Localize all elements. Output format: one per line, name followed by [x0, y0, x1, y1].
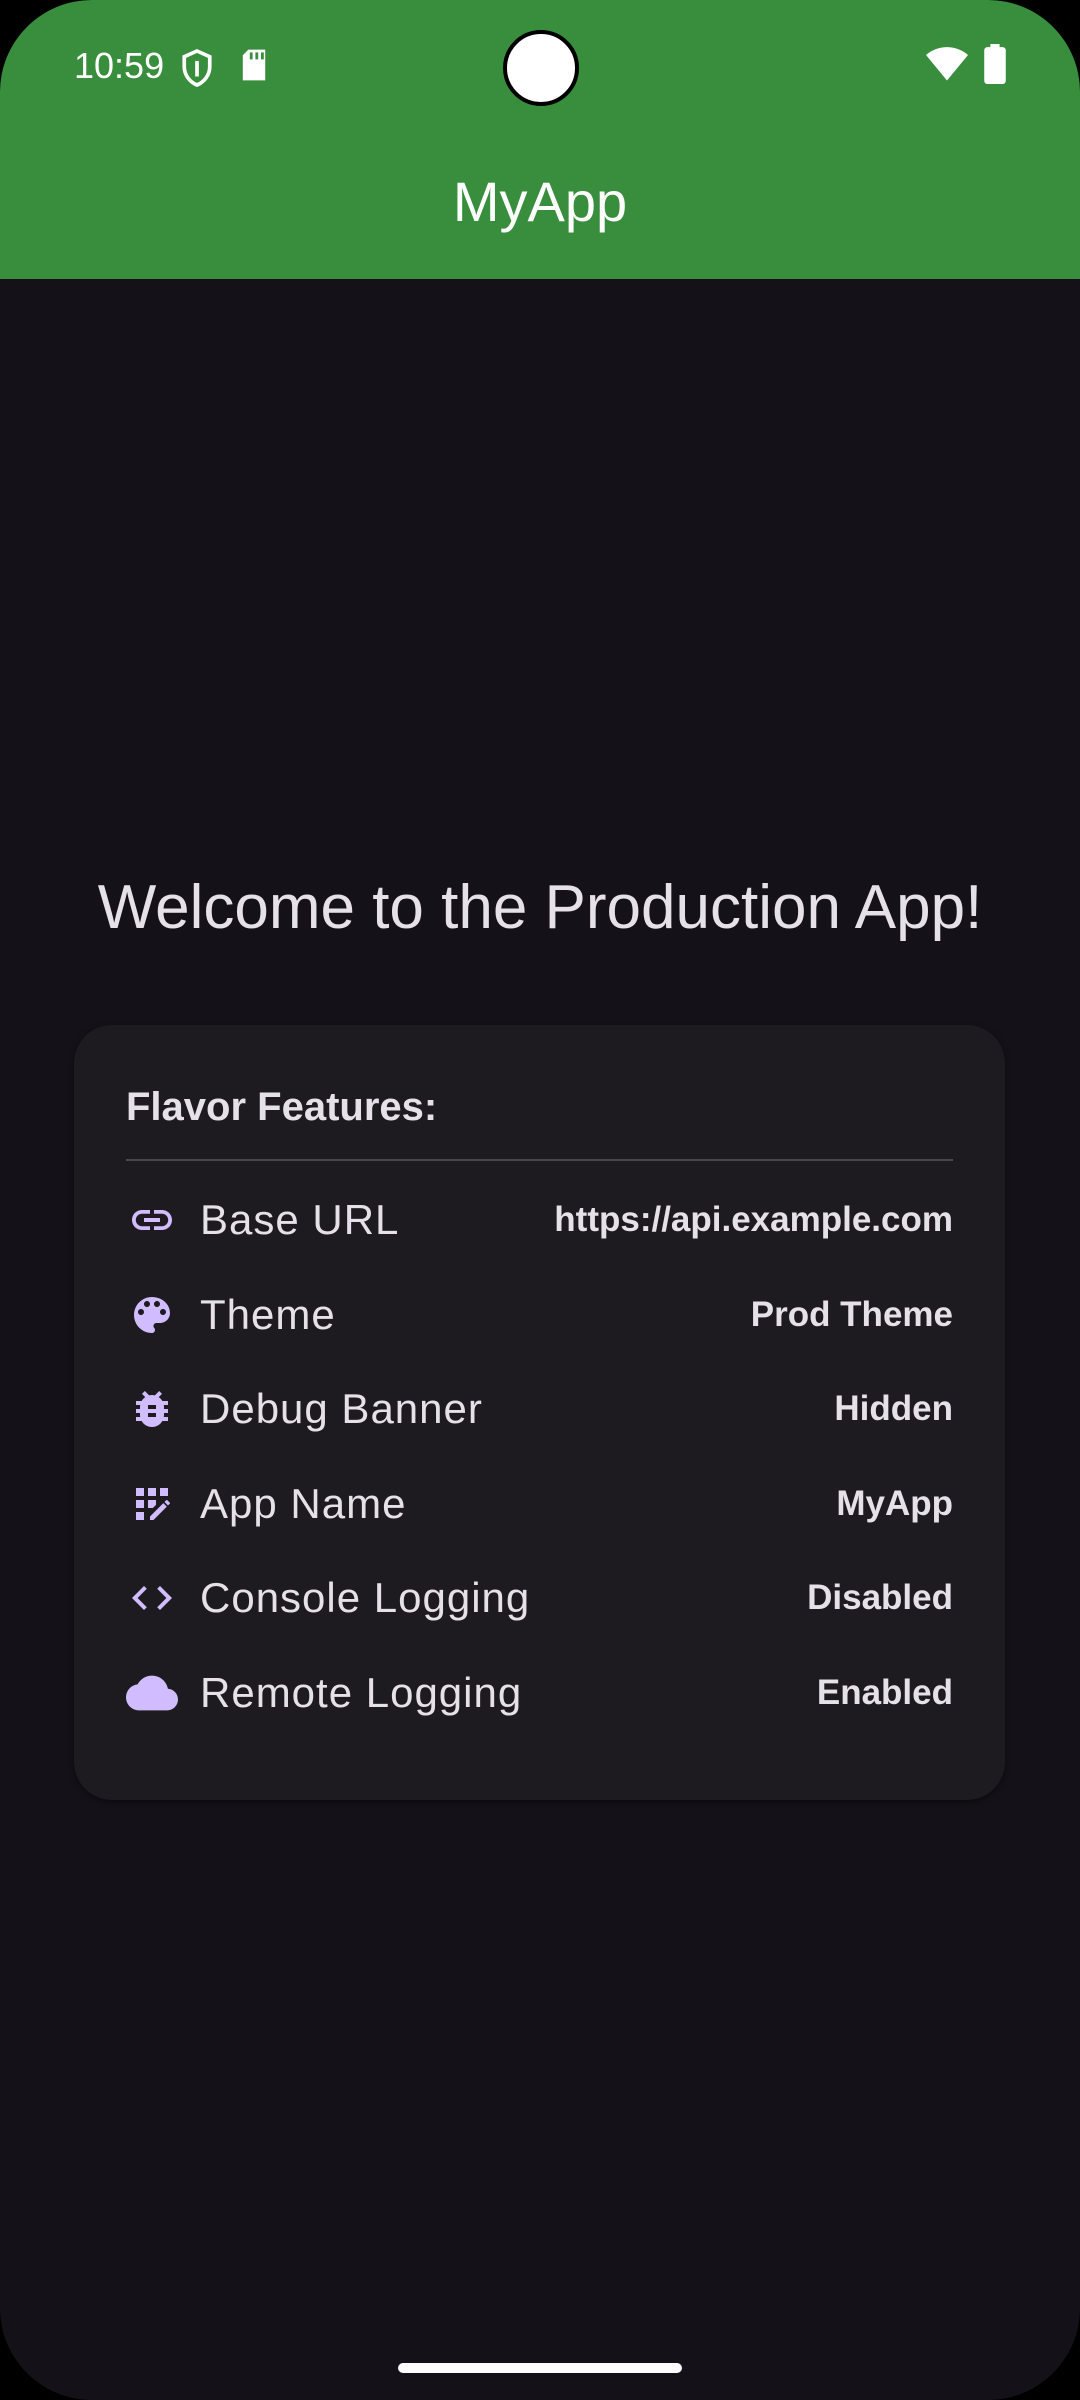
- battery-icon: [984, 44, 1006, 89]
- feature-label: Theme: [200, 1290, 336, 1338]
- feature-label: Debug Banner: [200, 1385, 483, 1433]
- shield-icon: [180, 48, 214, 93]
- feature-row-base-url: Base URL https://api.example.com: [126, 1173, 953, 1268]
- bug-icon: [126, 1383, 178, 1435]
- status-time: 10:59: [74, 45, 165, 86]
- palette-icon: [126, 1289, 178, 1341]
- card-divider: [126, 1159, 953, 1161]
- app-title: MyApp: [452, 170, 628, 233]
- home-gesture-bar[interactable]: [398, 2363, 682, 2373]
- feature-value: Prod Theme: [750, 1294, 953, 1334]
- feature-label: Console Logging: [200, 1574, 531, 1622]
- wifi-icon: [926, 46, 968, 87]
- feature-row-debug-banner: Debug Banner Hidden: [126, 1362, 953, 1457]
- card-title: Flavor Features:: [126, 1085, 438, 1129]
- feature-label: App Name: [200, 1479, 407, 1527]
- feature-list: Base URL https://api.example.com Theme P…: [126, 1173, 953, 1740]
- code-icon: [126, 1572, 178, 1624]
- feature-row-console-logging: Console Logging Disabled: [126, 1551, 953, 1646]
- feature-value: MyApp: [836, 1483, 953, 1523]
- app-bar: 10:59 MyApp: [0, 0, 1080, 279]
- phone-screen: 10:59 MyApp Welcome to the Production Ap…: [0, 0, 1080, 2400]
- feature-value: https://api.example.com: [554, 1200, 953, 1240]
- feature-row-app-name: App Name MyApp: [126, 1457, 953, 1552]
- feature-label: Remote Logging: [200, 1668, 523, 1716]
- flavor-features-card: Flavor Features: Base URL https://api.ex…: [74, 1025, 1005, 1800]
- cloud-icon: [126, 1667, 178, 1719]
- feature-row-theme: Theme Prod Theme: [126, 1268, 953, 1363]
- welcome-heading: Welcome to the Production App!: [97, 873, 983, 942]
- camera-cutout: [503, 30, 579, 106]
- feature-value: Enabled: [816, 1672, 953, 1712]
- link-icon: [126, 1194, 178, 1246]
- feature-value: Disabled: [807, 1578, 953, 1618]
- feature-label: Base URL: [200, 1196, 400, 1244]
- feature-value: Hidden: [834, 1389, 953, 1429]
- app-registration-icon: [126, 1478, 178, 1530]
- sd-card-icon: [240, 48, 268, 87]
- feature-row-remote-logging: Remote Logging Enabled: [126, 1646, 953, 1741]
